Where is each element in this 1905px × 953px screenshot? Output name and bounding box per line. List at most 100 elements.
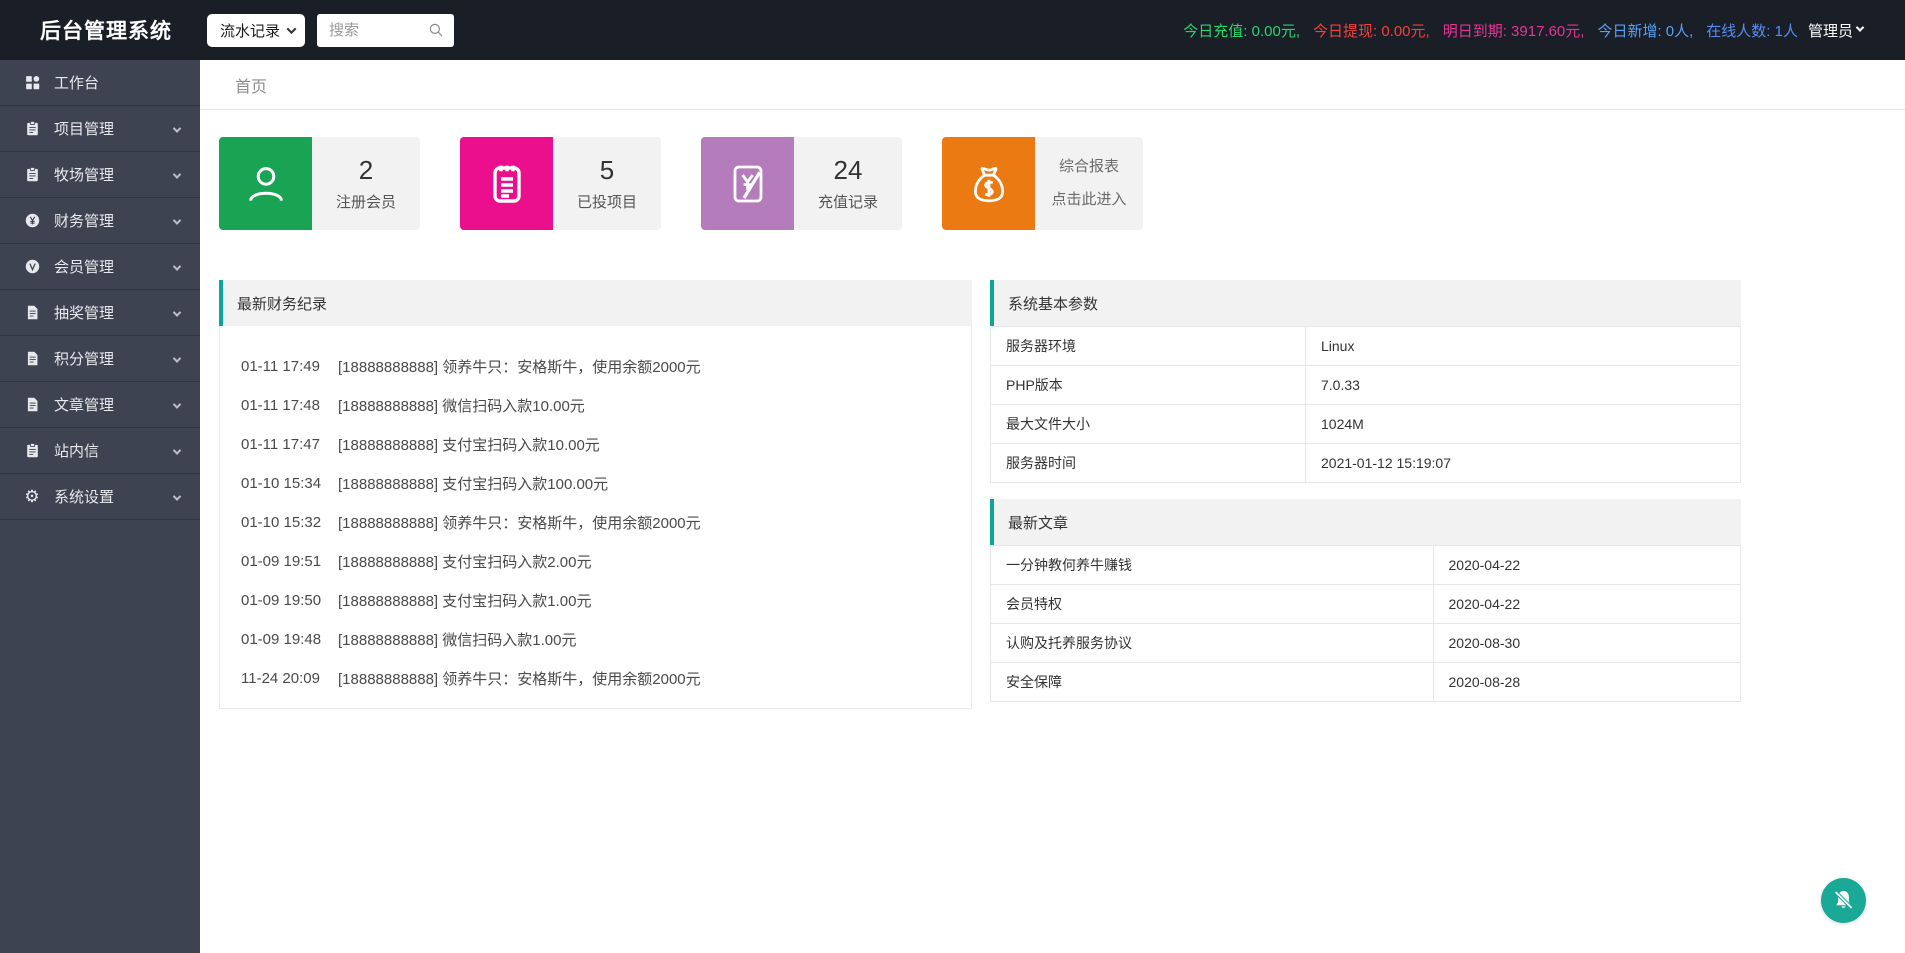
search-icon[interactable]	[427, 21, 445, 39]
sidebar-item[interactable]: 工作台	[0, 60, 200, 106]
stat-card-link-line: 综合报表	[1058, 158, 1119, 176]
chevron-down-icon	[172, 354, 182, 363]
finance-yen-icon	[23, 212, 41, 230]
system-param-row: PHP版本 7.0.33	[990, 365, 1741, 405]
sidebar-item-label: 财务管理	[54, 213, 115, 230]
sidebar-item[interactable]: 财务管理	[0, 198, 200, 244]
sidebar-item-label: 积分管理	[54, 351, 115, 368]
stat-card-label: 充值记录	[817, 194, 878, 211]
system-param-value: Linux	[1305, 326, 1741, 366]
record-time: 01-09 19:51	[241, 553, 322, 570]
search-input[interactable]	[329, 21, 427, 39]
right-column: 系统基本参数 服务器环境 Linux PHP版本 7.0.33 最大文件大小 1…	[990, 280, 1741, 702]
chevron-down-icon	[1855, 22, 1865, 32]
article-title: 会员特权	[990, 584, 1434, 624]
sidebar-item[interactable]: ⚙ 系统设置	[0, 474, 200, 520]
stat-card[interactable]: 5 已投项目	[460, 137, 661, 230]
sidebar-item-label: 站内信	[54, 443, 100, 460]
sidebar-item[interactable]: 项目管理	[0, 106, 200, 152]
record-time: 11-24 20:09	[241, 670, 320, 687]
article-date: 2020-08-28	[1432, 662, 1741, 702]
financial-records-list: 01-11 17:49 [18888888888] 领养牛只：安格斯牛，使用余额…	[219, 326, 972, 709]
sidebar-item[interactable]: 抽奖管理	[0, 290, 200, 336]
sidebar-item[interactable]: 文章管理	[0, 382, 200, 428]
sidebar-item[interactable]: 牧场管理	[0, 152, 200, 198]
stat-card[interactable]: 综合报表 点击此进入	[942, 137, 1143, 230]
system-param-label: 服务器时间	[990, 443, 1306, 483]
sidebar-item[interactable]: 会员管理	[0, 244, 200, 290]
article-date: 2020-04-22	[1432, 584, 1741, 624]
latest-articles-title: 最新文章	[990, 499, 1741, 545]
record-text: [18888888888] 支付宝扫码入款100.00元	[338, 476, 609, 493]
financial-record-row: 01-09 19:50 [18888888888] 支付宝扫码入款1.00元	[241, 581, 961, 620]
stat-card[interactable]: 2 注册会员	[219, 137, 420, 230]
system-param-row: 服务器环境 Linux	[990, 326, 1741, 366]
article-date: 2020-08-30	[1432, 623, 1741, 663]
header-stat: 今日提现: 0.00元,	[1313, 22, 1430, 40]
financial-record-row: 01-09 19:48 [18888888888] 微信扫码入款1.00元	[241, 620, 961, 659]
system-param-row: 最大文件大小 1024M	[990, 404, 1741, 444]
financial-record-row: 01-11 17:48 [18888888888] 微信扫码入款10.00元	[241, 386, 961, 425]
admin-user-label: 管理员	[1807, 22, 1853, 40]
financial-record-row: 11-24 20:09 [18888888888] 领养牛只：安格斯牛，使用余额…	[241, 659, 961, 698]
sidebar-item-label: 牧场管理	[54, 167, 115, 184]
document-icon	[23, 350, 41, 368]
system-param-label: PHP版本	[990, 365, 1306, 405]
article-row: 会员特权 2020-04-22	[990, 584, 1741, 624]
system-params-panel: 系统基本参数 服务器环境 Linux PHP版本 7.0.33 最大文件大小 1…	[990, 280, 1741, 483]
stat-card-value: 5	[599, 155, 615, 185]
article-title: 认购及托养服务协议	[990, 623, 1434, 663]
system-param-value: 7.0.33	[1305, 365, 1741, 405]
gear-icon: ⚙	[24, 487, 40, 506]
latest-articles-panel: 最新文章 一分钟教何养牛赚钱 2020-04-22 会员特权 2020-04-2…	[990, 499, 1741, 702]
sidebar: 工作台 项目管理 牧场管理 财务管理 会员管理 抽奖管理 积分管理 文章管理 站…	[0, 60, 200, 953]
stat-card[interactable]: 24 充值记录	[701, 137, 902, 230]
tab-bar: 首页	[200, 60, 1905, 110]
financial-record-row: 01-09 19:51 [18888888888] 支付宝扫码入款2.00元	[241, 542, 961, 581]
header-stat: 今日充值: 0.00元,	[1183, 22, 1300, 40]
system-param-value: 2021-01-12 15:19:07	[1305, 443, 1741, 483]
notification-mute-button[interactable]	[1821, 878, 1866, 923]
tab-home[interactable]: 首页	[235, 73, 267, 97]
record-time: 01-10 15:34	[241, 475, 322, 492]
chevron-down-icon	[172, 216, 182, 225]
clipboard-icon	[23, 166, 41, 184]
stat-card-label: 已投项目	[576, 194, 637, 211]
article-row: 一分钟教何养牛赚钱 2020-04-22	[990, 545, 1741, 585]
sidebar-item-label: 抽奖管理	[54, 305, 115, 322]
header-stat: 在线人数: 1人	[1706, 22, 1798, 40]
system-param-value: 1024M	[1305, 404, 1741, 444]
sidebar-item[interactable]: 站内信	[0, 428, 200, 474]
financial-record-row: 01-11 17:47 [18888888888] 支付宝扫码入款10.00元	[241, 425, 961, 464]
main-content: 首页 2 注册会员 5 已投项目 24 充值记录 综合报表 点击此进入 最新财务…	[200, 60, 1905, 953]
document-icon	[23, 304, 41, 322]
sidebar-item[interactable]: 积分管理	[0, 336, 200, 382]
clipboard-icon	[23, 120, 41, 138]
record-type-select[interactable]: 流水记录	[207, 13, 305, 47]
latest-articles-table: 一分钟教何养牛赚钱 2020-04-22 会员特权 2020-04-22 认购及…	[990, 545, 1741, 702]
record-time: 01-09 19:50	[241, 592, 322, 609]
article-row: 认购及托养服务协议 2020-08-30	[990, 623, 1741, 663]
record-type-select-value: 流水记录	[220, 22, 281, 40]
bell-slash-icon	[1834, 890, 1853, 910]
stat-card-value: 24	[833, 155, 863, 185]
search-box	[317, 13, 454, 47]
chevron-down-icon	[172, 262, 182, 271]
stat-card-value: 2	[358, 155, 374, 185]
notebook-icon	[483, 160, 531, 208]
financial-record-row: 01-10 15:32 [18888888888] 领养牛只：安格斯牛，使用余额…	[241, 503, 961, 542]
record-time: 01-11 17:49	[241, 358, 320, 375]
system-params-title: 系统基本参数	[990, 280, 1741, 326]
article-row: 安全保障 2020-08-28	[990, 662, 1741, 702]
record-time: 01-09 19:48	[241, 631, 322, 648]
financial-records-title: 最新财务纪录	[219, 280, 972, 326]
financial-record-row: 01-11 17:49 [18888888888] 领养牛只：安格斯牛，使用余额…	[241, 347, 961, 386]
record-text: [18888888888] 领养牛只：安格斯牛，使用余额2000元	[338, 359, 701, 376]
header-stat: 今日新增: 0人,	[1597, 22, 1694, 40]
record-text: [18888888888] 支付宝扫码入款1.00元	[338, 593, 592, 610]
record-text: [18888888888] 微信扫码入款1.00元	[338, 632, 577, 649]
stat-card-link-line: 点击此进入	[1051, 191, 1127, 208]
stat-cards: 2 注册会员 5 已投项目 24 充值记录 综合报表 点击此进入	[219, 137, 1905, 230]
chevron-down-icon	[172, 400, 182, 409]
admin-user-menu[interactable]: 管理员	[1807, 20, 1865, 41]
